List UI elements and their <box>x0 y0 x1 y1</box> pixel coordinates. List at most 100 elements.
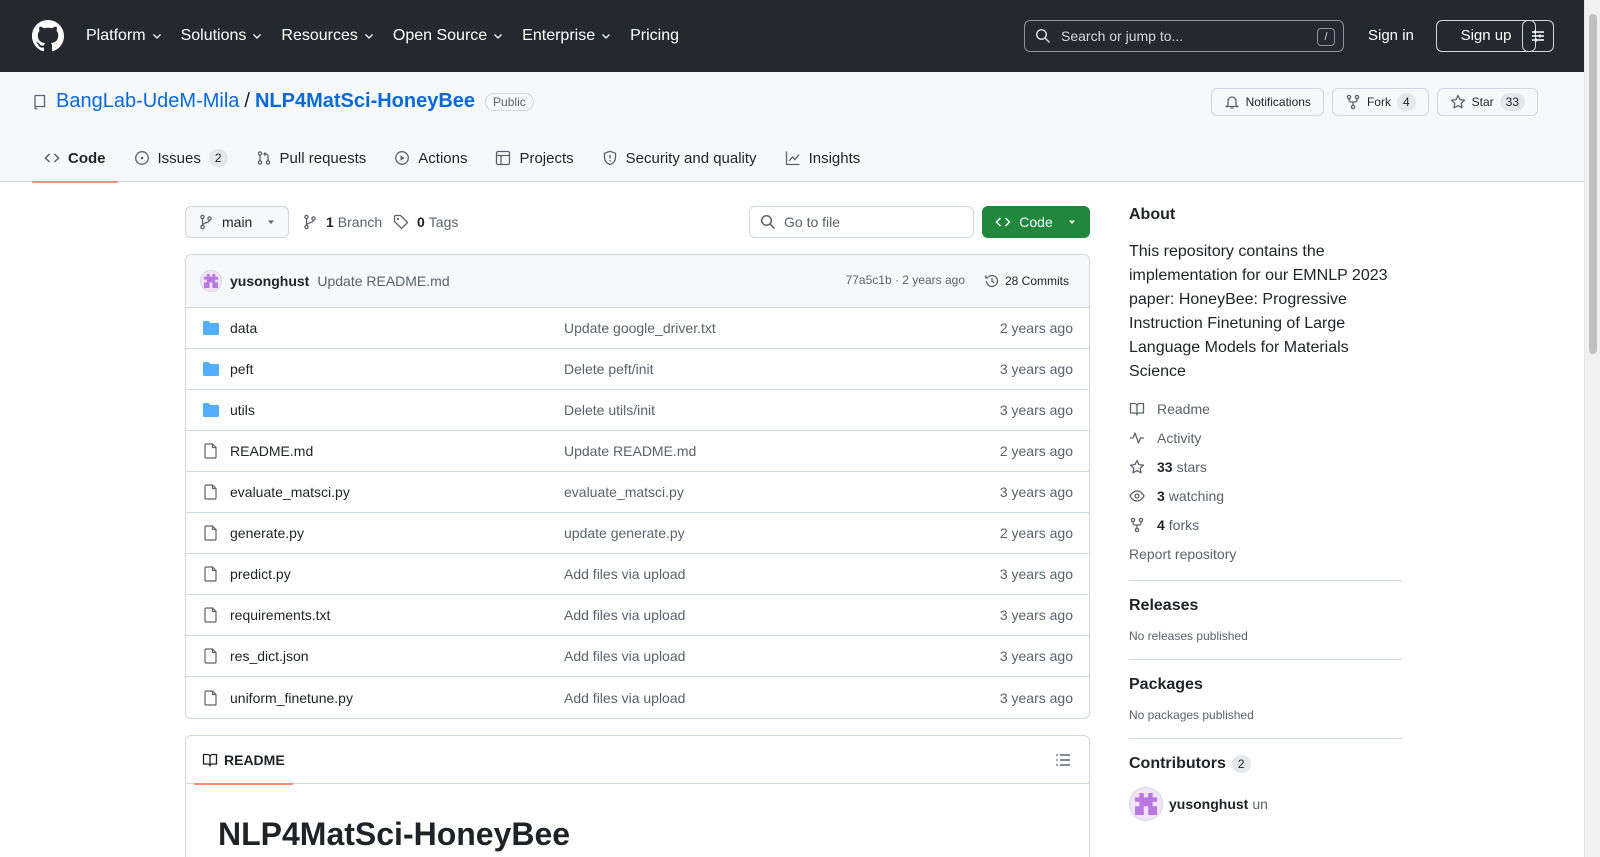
commits-history-link[interactable]: 28 Commits <box>984 273 1069 289</box>
file-row[interactable]: generate.py update generate.py 2 years ago <box>186 513 1089 554</box>
nav-label: Open Source <box>392 27 488 44</box>
sign-in-link[interactable]: Sign in <box>1368 27 1414 44</box>
branches-link[interactable]: 1 Branch <box>302 214 382 230</box>
file-commit-message[interactable]: update generate.py <box>564 525 685 541</box>
tags-link[interactable]: 0 Tags <box>393 214 458 230</box>
star-label: Star <box>1471 95 1494 109</box>
star-button[interactable]: Star 33 <box>1436 88 1538 116</box>
file-row[interactable]: res_dict.json Add files via upload 3 years… <box>186 636 1089 677</box>
file-row[interactable]: data Update google_driver.txt 2 years ago <box>186 308 1089 349</box>
code-dropdown-button[interactable]: Code <box>982 206 1090 238</box>
notifications-button[interactable]: Notifications <box>1210 88 1324 116</box>
pulse-icon <box>1130 431 1144 444</box>
repo-owner-link[interactable]: BangLab-UdeM-Mila <box>56 90 239 113</box>
tab-security[interactable]: Security and quality <box>590 134 769 182</box>
file-row[interactable]: requirements.txt Add files via upload 3 ye… <box>186 595 1089 636</box>
watching-count: 3 <box>1157 487 1165 504</box>
tab-actions[interactable]: Actions <box>382 134 479 182</box>
file-row[interactable]: uniform_finetune.py Add files via upload 3… <box>186 677 1089 718</box>
branch-selector[interactable]: main <box>185 206 290 238</box>
scrollbar-thumb[interactable] <box>1589 14 1597 354</box>
nav-label: Resources <box>281 27 358 44</box>
forks-link[interactable]: 4 forks <box>1129 510 1402 539</box>
file-row[interactable]: peft Delete peft/init 3 years ago <box>186 349 1089 390</box>
nav-resources[interactable]: Resources <box>281 27 374 45</box>
commit-meta[interactable]: 77a5c1b · 2 years ago <box>846 273 965 287</box>
nav-pricing[interactable]: Pricing <box>630 27 679 45</box>
tab-projects[interactable]: Projects <box>483 134 585 182</box>
file-commit-message[interactable]: Add files via upload <box>564 566 685 582</box>
nav-solutions[interactable]: Solutions <box>181 27 264 45</box>
stars-link[interactable]: 33 stars <box>1129 452 1402 481</box>
tab-insights[interactable]: Insights <box>773 134 873 182</box>
file-age: 3 years ago <box>999 648 1073 664</box>
chevron-down-icon <box>494 34 503 39</box>
avatar[interactable] <box>200 270 222 292</box>
file-commit-message[interactable]: evaluate_matsci.py <box>564 484 684 500</box>
search-input[interactable]: Search or jump to... / <box>1024 20 1344 52</box>
file-row[interactable]: evaluate_matsci.py evaluate_matsci.py 3 ye… <box>186 472 1089 513</box>
watching-link[interactable]: 3 watching <box>1129 481 1402 510</box>
github-logo-icon[interactable] <box>32 20 64 52</box>
file-name-link[interactable]: README.md <box>230 443 313 459</box>
file-name-link[interactable]: res_dict.json <box>230 648 309 664</box>
file-name-link[interactable]: requirements.txt <box>230 607 330 623</box>
page-scrollbar[interactable] <box>1584 0 1600 857</box>
file-name-link[interactable]: utils <box>230 402 255 418</box>
file-icon-wrap <box>202 566 220 582</box>
file-commit-message[interactable]: Add files via upload <box>564 648 685 664</box>
tab-code[interactable]: Code <box>32 134 118 183</box>
commit-author-link[interactable]: yusonghust <box>230 273 309 289</box>
fork-button[interactable]: Fork 4 <box>1331 88 1429 116</box>
file-commit-message[interactable]: Update README.md <box>564 443 696 459</box>
tab-pull-requests[interactable]: Pull requests <box>244 134 379 182</box>
readme-link[interactable]: Readme <box>1129 394 1402 423</box>
file-row[interactable]: utils Delete utils/init 3 years ago <box>186 390 1089 431</box>
contributor-name[interactable]: yusonghust <box>1169 796 1248 812</box>
nav-platform[interactable]: Platform <box>86 27 163 45</box>
nav-enterprise[interactable]: Enterprise <box>522 27 612 45</box>
packages-title[interactable]: Packages <box>1129 676 1402 694</box>
list-icon[interactable] <box>1055 752 1071 768</box>
file-commit-message[interactable]: Delete utils/init <box>564 402 655 418</box>
repo-name-link[interactable]: NLP4MatSci-HoneyBee <box>255 90 475 113</box>
file-name-link[interactable]: data <box>230 320 257 336</box>
file-commit-message[interactable]: Delete peft/init <box>564 361 654 377</box>
file-row[interactable]: predict.py Add files via upload 3 years ag… <box>186 554 1089 595</box>
chevron-down-icon <box>152 34 161 39</box>
readme-tab[interactable]: README <box>194 736 293 785</box>
settings-menu-button[interactable] <box>1522 20 1554 52</box>
file-commit-message[interactable]: Add files via upload <box>564 607 685 623</box>
search-icon <box>1035 28 1051 44</box>
contributor-item[interactable]: yusonghust un <box>1129 787 1402 821</box>
commit-message-link[interactable]: Update README.md <box>317 273 449 289</box>
releases-empty-text: No releases published <box>1129 629 1248 643</box>
contributors-title[interactable]: Contributors 2 <box>1129 755 1402 773</box>
releases-title[interactable]: Releases <box>1129 597 1402 615</box>
file-name-link[interactable]: generate.py <box>230 525 304 541</box>
readme-heading: NLP4MatSci-HoneyBee <box>218 816 571 852</box>
activity-link[interactable]: Activity <box>1129 423 1402 452</box>
avatar[interactable] <box>1129 787 1163 821</box>
tab-issues[interactable]: Issues 2 <box>122 134 240 182</box>
file-row[interactable]: README.md Update README.md 2 years ago <box>186 431 1089 472</box>
nav-open-source[interactable]: Open Source <box>393 27 504 45</box>
file-name-link[interactable]: peft <box>230 361 253 377</box>
sign-up-button[interactable]: Sign up <box>1436 20 1536 52</box>
file-name-link[interactable]: uniform_finetune.py <box>230 690 353 706</box>
tab-label: Projects <box>519 149 574 167</box>
file-name-link[interactable]: predict.py <box>230 566 291 582</box>
go-to-file-input[interactable]: Go to file <box>749 206 974 238</box>
book-icon <box>1129 402 1145 416</box>
file-commit-message[interactable]: Add files via upload <box>564 690 685 706</box>
report-repository-link[interactable]: Report repository <box>1129 539 1402 568</box>
packages-empty-text: No packages published <box>1129 708 1254 722</box>
divider <box>1129 580 1402 581</box>
stars-label: stars <box>1176 458 1207 475</box>
forks-label: forks <box>1168 516 1200 533</box>
file-name-link[interactable]: evaluate_matsci.py <box>230 484 350 500</box>
history-icon <box>985 274 999 288</box>
tag-count: 0 <box>417 214 425 230</box>
file-commit-message[interactable]: Update google_driver.txt <box>564 320 716 336</box>
tab-label: Code <box>68 149 106 167</box>
